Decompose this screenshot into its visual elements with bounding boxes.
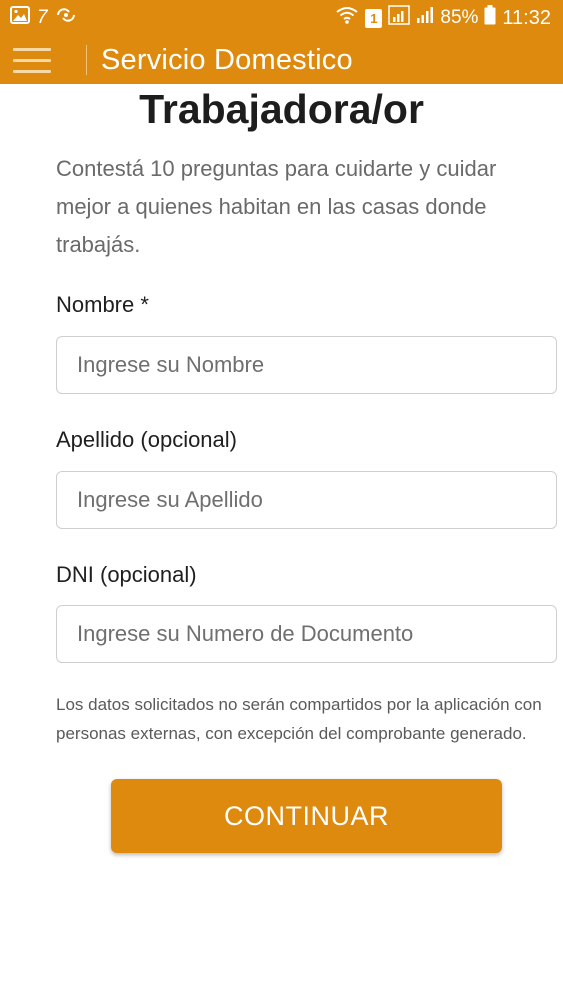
continue-button[interactable]: CONTINUAR <box>111 779 502 853</box>
menu-line <box>13 47 51 51</box>
hamburger-menu-icon[interactable] <box>0 36 64 84</box>
status-bar-left: 7 <box>10 6 77 30</box>
name-label: Nombre * <box>56 292 149 317</box>
clock: 11:32 <box>502 6 551 29</box>
dni-input[interactable] <box>56 605 557 663</box>
page-title: Trabajadora/or <box>139 86 424 132</box>
menu-line <box>13 69 51 73</box>
battery-percent: 85% <box>440 7 479 28</box>
app-title: Servicio Domestico <box>101 43 353 76</box>
name-input[interactable] <box>56 336 557 394</box>
gallery-notification-icon <box>10 6 30 30</box>
privacy-notice: Los datos solicitados no serán compartid… <box>56 695 542 743</box>
status-bar-right: 1 85% 11:32 <box>335 5 551 31</box>
battery-icon <box>484 5 496 31</box>
sim-slot-number: 1 <box>370 10 378 26</box>
signal-strength-icon <box>416 6 434 30</box>
surname-input[interactable] <box>56 471 557 529</box>
intro-text: Contestá 10 preguntas para cuidarte y cu… <box>56 156 497 257</box>
status-bar: 7 1 85% 11:32 <box>0 0 563 36</box>
app-bar: Servicio Domestico <box>0 36 563 84</box>
sim-slot-icon: 1 <box>365 8 383 28</box>
notification-count: 7 <box>37 7 48 28</box>
dni-label: DNI (opcional) <box>56 562 197 587</box>
menu-line <box>13 58 51 62</box>
app-bar-divider <box>86 45 87 75</box>
signal-icon <box>388 5 411 31</box>
surname-label: Apellido (opcional) <box>56 427 237 452</box>
wifi-icon <box>335 6 359 30</box>
sync-icon <box>55 6 77 30</box>
